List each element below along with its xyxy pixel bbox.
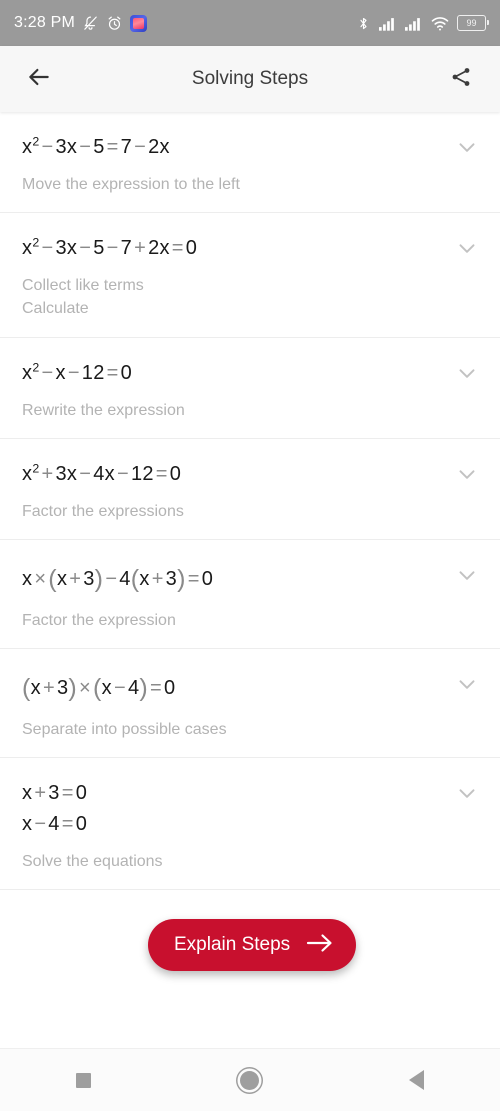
step-description: Move the expression to the left (22, 173, 480, 196)
step-row[interactable]: (x +3) ×(x −4) = 0 Separate into possible case… (0, 649, 500, 758)
step-description: Separate into possible cases (22, 718, 480, 741)
expression-line: x2− x −12 = 0 (22, 359, 133, 384)
step-description-line: Factor the expression (22, 611, 176, 629)
system-nav-bar (0, 1048, 500, 1111)
expression-line: x2−3x −5−7 +2x = 0 (22, 235, 198, 260)
step-description: Factor the expressions (22, 500, 480, 523)
signal-icon (379, 16, 397, 31)
bluetooth-icon (356, 15, 371, 32)
notifications-off-icon (82, 15, 99, 32)
step-description-line: Solve the equations (22, 852, 163, 870)
chevron-down-icon[interactable] (454, 671, 480, 697)
expression-line: x −4 = 0 (22, 812, 88, 835)
step-row[interactable]: x2− x −12 = 0 Rewrite the expression (0, 338, 500, 439)
expression-line: x +3 = 0 (22, 781, 88, 804)
solving-steps-list[interactable]: x2−3x −5 = 7−2x Move the expression to the l… (0, 112, 500, 1048)
chevron-down-icon[interactable] (454, 780, 480, 806)
circle-home-icon (240, 1070, 260, 1090)
step-expression: x2 +3x −4x −12 = 0 (22, 459, 480, 490)
page-title: Solving Steps (191, 68, 309, 89)
step-row[interactable]: x2−3x −5 = 7−2x Move the expression to the l… (0, 112, 500, 214)
step-expression: (x +3) ×(x −4) = 0 (22, 669, 480, 708)
square-recents-icon (75, 1072, 91, 1088)
expression-line: x ×(x +3) −4(x +3) = 0 (22, 564, 214, 593)
back-button[interactable] (22, 62, 56, 96)
expression-line: (x +3) ×(x −4) = 0 (22, 673, 176, 702)
step-description: Solve the equations (22, 850, 480, 873)
expression-line: x2 +3x −4x −12 = 0 (22, 461, 182, 485)
step-expression: x +3 = 0 x −4 = 0 (22, 778, 480, 840)
status-bar-right: 99 (356, 15, 489, 32)
step-description-line: Factor the expressions (22, 502, 184, 520)
step-row[interactable]: x2−3x −5−7 +2x = 0 Collect like terms Calculat… (0, 213, 500, 338)
step-description-line: Calculate (22, 300, 89, 318)
recents-button[interactable] (53, 1058, 113, 1102)
step-row[interactable]: x ×(x +3) −4(x +3) = 0 Factor the expression (0, 540, 500, 649)
share-icon (449, 65, 473, 94)
system-back-button[interactable] (387, 1058, 447, 1102)
battery-level: 99 (466, 17, 477, 28)
step-description-line: Move the expression to the left (22, 176, 240, 193)
step-description-line: Rewrite the expression (22, 401, 185, 419)
chevron-down-icon[interactable] (454, 360, 480, 386)
step-expression: x2− x −12 = 0 (22, 358, 480, 389)
chevron-down-icon[interactable] (454, 461, 480, 487)
status-time: 3:28 PM (14, 14, 75, 31)
explain-steps-label: Explain Steps (174, 934, 291, 955)
arrow-right-icon (306, 932, 334, 959)
home-button[interactable] (220, 1058, 280, 1102)
step-description-line: Separate into possible cases (22, 720, 227, 738)
chevron-down-icon[interactable] (454, 134, 480, 160)
status-bar-left: 3:28 PM (14, 14, 147, 32)
signal-icon (405, 16, 423, 31)
expression-line: x2−3x −5 = 7−2x (22, 134, 170, 158)
battery-icon: 99 (457, 15, 489, 31)
step-expression: x ×(x +3) −4(x +3) = 0 (22, 560, 480, 599)
share-button[interactable] (444, 62, 478, 96)
step-description-line: Collect like terms (22, 277, 144, 295)
app-bar: Solving Steps (0, 46, 500, 112)
status-bar: 3:28 PM 99 (0, 0, 500, 46)
step-expression: x2−3x −5 = 7−2x (22, 132, 480, 163)
step-row[interactable]: x2 +3x −4x −12 = 0 Factor the expressions (0, 439, 500, 540)
step-row[interactable]: x +3 = 0 x −4 = 0 Solve the equations (0, 758, 500, 890)
step-expression: x2−3x −5−7 +2x = 0 (22, 233, 480, 264)
wifi-icon (431, 16, 449, 31)
chevron-down-icon[interactable] (454, 562, 480, 588)
chevron-down-icon[interactable] (454, 235, 480, 261)
step-description: Collect like terms Calculate (22, 274, 480, 320)
explain-steps-button[interactable]: Explain Steps (148, 919, 357, 971)
app-icon (130, 14, 147, 32)
triangle-back-icon (409, 1070, 425, 1090)
step-description: Factor the expression (22, 609, 480, 632)
alarm-icon (106, 15, 123, 32)
step-description: Rewrite the expression (22, 399, 480, 422)
back-arrow-icon (26, 64, 52, 95)
